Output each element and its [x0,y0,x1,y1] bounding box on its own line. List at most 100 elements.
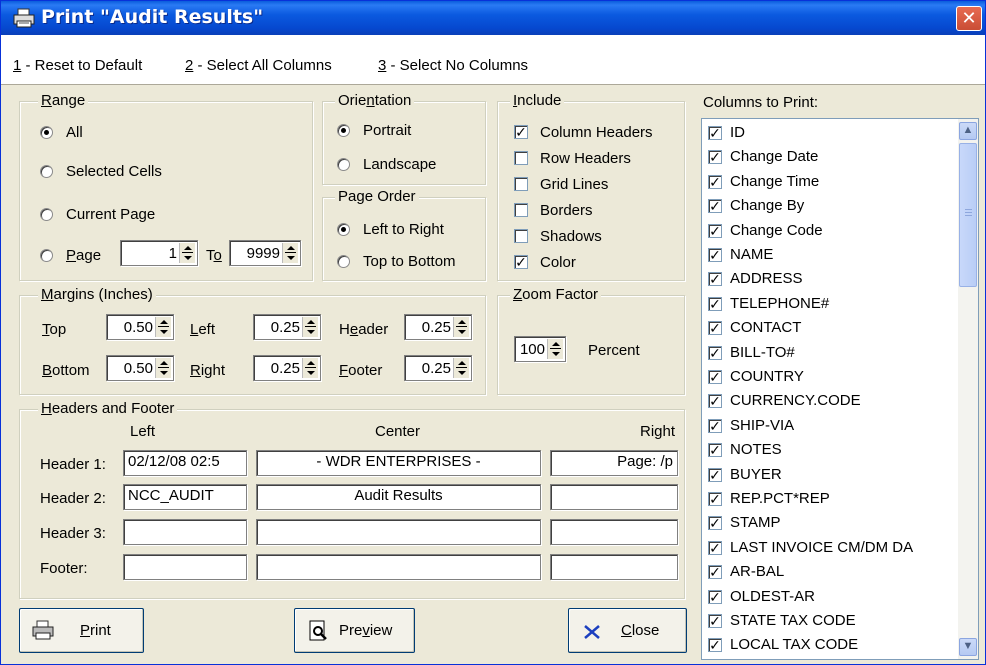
range-selected-cells-label[interactable]: Selected Cells [66,163,162,181]
column-checkbox[interactable]: ✓ [708,174,722,189]
column-item[interactable]: ✓ OLDEST-AR [708,586,958,609]
margin-header-spinner[interactable]: 0.25 [404,314,472,340]
include-color-checkbox[interactable]: ✓ [514,255,528,269]
column-item[interactable]: ✓ STATE TAX CODE [708,610,958,633]
include-column-headers-checkbox[interactable]: ✓ [514,125,528,139]
spinner-arrows-icon[interactable] [547,339,563,359]
column-item[interactable]: ✓ Change Code [708,220,958,243]
close-button[interactable]: Close [568,608,687,653]
page-order-top-to-bottom-radio[interactable] [337,255,350,268]
range-all-label[interactable]: All [66,124,83,142]
column-checkbox[interactable]: ✓ [708,589,722,604]
columns-scrollbar[interactable]: ▲ ▼ [958,119,978,659]
header-3-right-field[interactable] [550,519,678,545]
column-checkbox[interactable]: ✓ [708,199,722,214]
column-item[interactable]: ✓ COUNTRY [708,366,958,389]
range-page-radio[interactable] [40,249,53,262]
column-item[interactable]: ✓ LAST INVOICE CM/DM DA [708,537,958,560]
page-order-top-to-bottom-label[interactable]: Top to Bottom [363,253,456,271]
column-checkbox[interactable]: ✓ [708,614,722,628]
menu-select-no-columns[interactable]: 3 - Select No Columns [378,57,528,74]
column-checkbox[interactable]: ✓ [708,565,722,580]
column-item[interactable]: ✓ Change Time [708,171,958,194]
preview-button[interactable]: Preview [294,608,415,653]
column-checkbox[interactable]: ✓ [708,126,722,140]
column-item[interactable]: ✓ AR-BAL [708,561,958,584]
spinner-arrows-icon[interactable] [453,358,469,378]
columns-list[interactable]: ✓ ID ✓ Change Date ✓ Change Time ✓ Change By ✓ Ch… [701,118,979,660]
column-item[interactable]: ✓ Change By [708,195,958,218]
zoom-spinner[interactable]: 100 [514,336,566,362]
page-from-spinner[interactable]: 1 [120,240,198,266]
include-color-label[interactable]: Color [540,254,576,272]
spinner-arrows-icon[interactable] [302,317,318,337]
column-checkbox[interactable]: ✓ [708,638,722,653]
column-item[interactable]: ✓ REP.PCT*REP [708,488,958,511]
margin-footer-spinner[interactable]: 0.25 [404,355,472,381]
column-item[interactable]: ✓ LOCAL TAX CODE [708,634,958,657]
range-page-label[interactable]: Page [66,247,101,265]
header-1-right-field[interactable]: Page: /p [550,450,678,476]
margin-left-spinner[interactable]: 0.25 [253,314,321,340]
page-order-left-to-right-label[interactable]: Left to Right [363,221,444,239]
column-item[interactable]: ✓ NAME [708,244,958,267]
column-checkbox[interactable]: ✓ [708,418,722,433]
include-row-headers-label[interactable]: Row Headers [540,150,631,168]
column-checkbox[interactable]: ✓ [708,370,722,384]
column-checkbox[interactable]: ✓ [708,272,722,287]
column-checkbox[interactable]: ✓ [708,321,722,336]
footer-left-field[interactable] [123,554,247,580]
footer-right-field[interactable] [550,554,678,580]
column-item[interactable]: ✓ BUYER [708,464,958,487]
scroll-thumb[interactable] [959,143,977,287]
column-item[interactable]: ✓ CURRENCY.CODE [708,390,958,413]
include-row-headers-checkbox[interactable] [514,151,528,165]
column-item[interactable]: ✓ CONTACT [708,317,958,340]
column-checkbox[interactable]: ✓ [708,467,722,482]
header-2-left-field[interactable]: NCC_AUDIT [123,484,247,510]
column-checkbox[interactable]: ✓ [708,296,722,311]
header-2-center-field[interactable]: Audit Results [256,484,541,510]
include-borders-label[interactable]: Borders [540,202,593,220]
range-current-page-radio[interactable] [40,208,53,221]
spinner-arrows-icon[interactable] [155,358,171,378]
page-order-left-to-right-radio[interactable] [337,223,350,236]
column-checkbox[interactable]: ✓ [708,223,722,238]
column-checkbox[interactable]: ✓ [708,492,722,506]
header-3-left-field[interactable] [123,519,247,545]
column-checkbox[interactable]: ✓ [708,540,722,555]
column-item[interactable]: ✓ BILL-TO# [708,342,958,365]
column-item[interactable]: ✓ SHIP-VIA [708,415,958,438]
column-checkbox[interactable]: ✓ [708,516,722,531]
spinner-arrows-icon[interactable] [282,243,298,263]
column-checkbox[interactable]: ✓ [708,443,722,458]
column-checkbox[interactable]: ✓ [708,150,722,165]
column-item[interactable]: ✓ STAMP [708,512,958,535]
header-1-left-field[interactable]: 02/12/08 02:5 [123,450,247,476]
column-item[interactable]: ✓ NOTES [708,439,958,462]
spinner-arrows-icon[interactable] [179,243,195,263]
scroll-up-icon[interactable]: ▲ [959,122,977,140]
margin-top-spinner[interactable]: 0.50 [106,314,174,340]
page-to-spinner[interactable]: 9999 [229,240,301,266]
include-shadows-label[interactable]: Shadows [540,228,602,246]
menu-reset-default[interactable]: 1 - Reset to Default [13,57,142,74]
column-item[interactable]: ✓ TELEPHONE# [708,293,958,316]
header-1-center-field[interactable]: - WDR ENTERPRISES - [256,450,541,476]
range-current-page-label[interactable]: Current Page [66,206,155,224]
range-all-radio[interactable] [40,126,53,139]
include-shadows-checkbox[interactable] [514,229,528,243]
column-item[interactable]: ✓ ID [708,122,958,145]
column-checkbox[interactable]: ✓ [708,248,722,262]
header-3-center-field[interactable] [256,519,541,545]
include-column-headers-label[interactable]: Column Headers [540,124,653,142]
spinner-arrows-icon[interactable] [155,317,171,337]
header-2-right-field[interactable] [550,484,678,510]
footer-center-field[interactable] [256,554,541,580]
range-selected-cells-radio[interactable] [40,165,53,178]
scroll-down-icon[interactable]: ▼ [959,638,977,656]
include-grid-lines-label[interactable]: Grid Lines [540,176,608,194]
column-checkbox[interactable]: ✓ [708,394,722,409]
column-item[interactable]: ✓ Change Date [708,146,958,169]
title-bar[interactable]: Print "Audit Results" ✕ [1,1,985,35]
